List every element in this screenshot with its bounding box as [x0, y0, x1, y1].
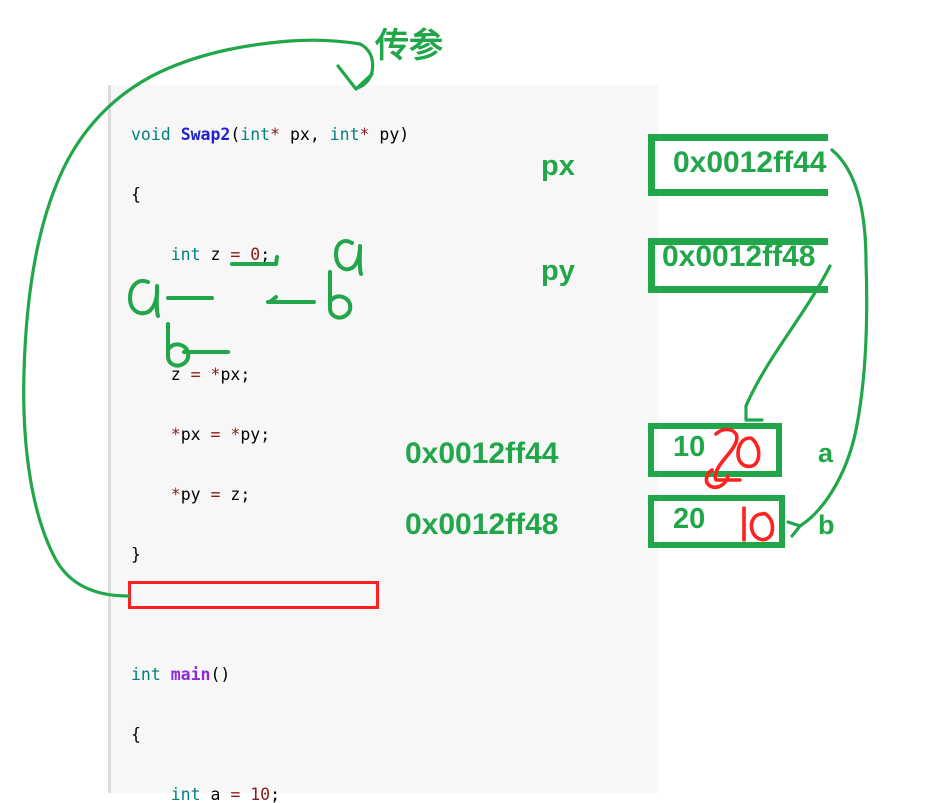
memory-value-b: 20: [673, 503, 706, 535]
memory-value-a: 10: [673, 431, 706, 463]
code-line: z = *px;: [170, 365, 251, 384]
code-line: int a = 10;: [170, 785, 281, 803]
pointer-address-py: 0x0012ff48: [662, 240, 816, 273]
pointer-label-py: py: [541, 255, 575, 287]
code-line: int z = 0;: [170, 245, 271, 264]
code-line: int main(): [131, 665, 231, 684]
code-line: {: [131, 725, 141, 744]
px-to-b-arrowhead: [786, 520, 802, 538]
px-to-b-curve: [798, 148, 869, 528]
code-line: *py = z;: [170, 485, 251, 504]
variable-label-b: b: [818, 510, 835, 540]
code-line: void Swap2(int* px, int* py): [131, 125, 410, 144]
variable-label-a: a: [818, 438, 834, 468]
annotated-code-diagram: void Swap2(int* px, int* py) { int z = 0…: [0, 0, 943, 803]
pointer-address-px: 0x0012ff44: [673, 146, 827, 179]
memory-address-b: 0x0012ff48: [405, 508, 559, 541]
memory-box-a: [648, 423, 782, 477]
py-to-a-arrowhead: [744, 404, 764, 422]
code-line: {: [131, 185, 141, 204]
memory-box-b: [648, 495, 785, 548]
pass-parameter-label: 传参: [375, 26, 443, 66]
code-block: void Swap2(int* px, int* py) { int z = 0…: [108, 85, 658, 803]
swap2-call-highlight-box: [128, 581, 379, 609]
code-line: }: [131, 545, 141, 564]
memory-address-a: 0x0012ff44: [405, 437, 559, 470]
pass-param-arrow-shaft: [355, 42, 375, 90]
pointer-label-px: px: [541, 150, 575, 182]
